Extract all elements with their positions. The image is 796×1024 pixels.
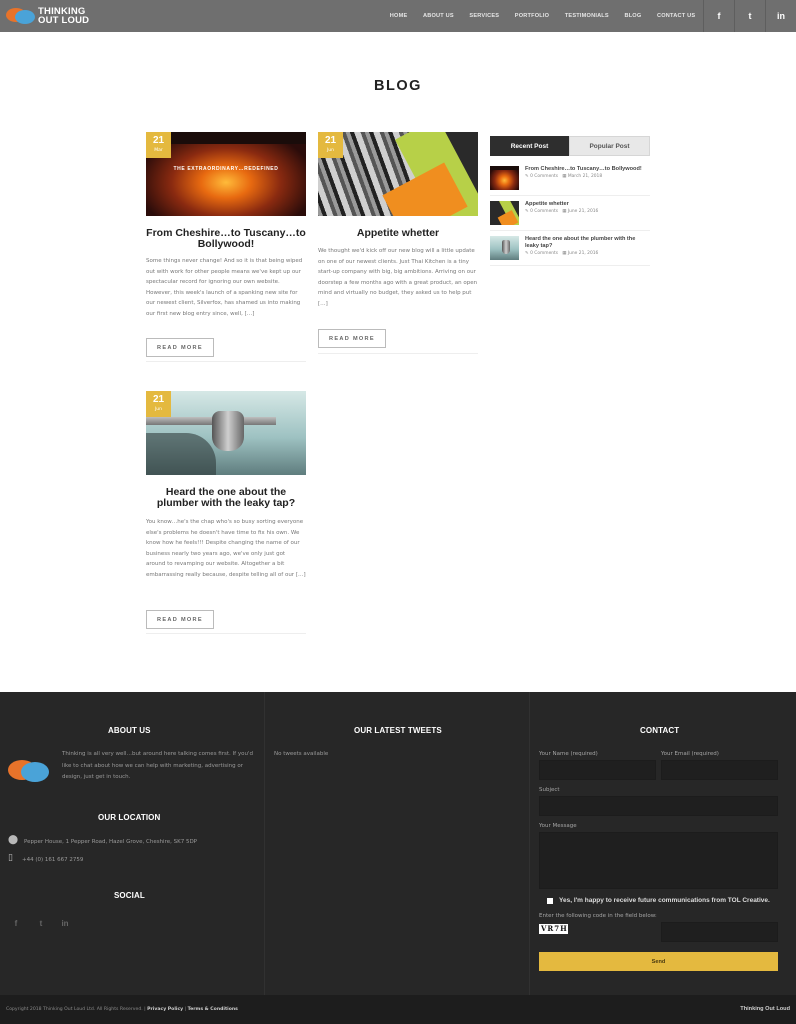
facebook-icon[interactable]: f [703,0,734,32]
tweets-status: No tweets available [274,751,329,757]
speech-bubbles-logo-icon [6,5,36,27]
twitter-icon[interactable]: t [734,0,765,32]
captcha-label: Enter the following code in the field be… [539,913,657,919]
latest-tweets-heading: OUR LATEST TWEETS [354,726,442,735]
recent-post-title[interactable]: From Cheshire…to Tuscany…to Bollywood! [525,166,650,173]
terms-link[interactable]: Terms & Conditions [188,1007,238,1012]
read-more-button[interactable]: READ MORE [318,329,386,348]
recent-post-thumbnail[interactable] [490,166,519,190]
blog-post-card: 21 Jun Heard the one about the plumber w… [146,391,306,634]
about-text: Thinking is all very well…but around her… [62,751,253,780]
tab-recent-post[interactable]: Recent Post [490,136,569,156]
email-label: Your Email (required) [661,751,719,757]
subject-label: Subject [539,787,560,793]
thumbnail-caption: THE EXTRAORDINARY…REDEFINED [173,166,279,172]
consent-checkbox[interactable] [547,898,553,904]
captcha-image: VR7H [539,924,568,934]
nav-portfolio[interactable]: PORTFOLIO [515,13,549,19]
site-header: THINKING OUT LOUD HOME ABOUT US SERVICES… [0,0,796,32]
divider [318,353,478,354]
post-title[interactable]: Appetite whetter [318,228,478,239]
copyright-line: Copyright 2018 Thinking Out Loud Ltd. Al… [6,1007,238,1012]
address-text: Pepper House, 1 Pepper Road, Hazel Grove… [24,839,198,845]
recent-post-item[interactable]: Appetite whetter ✎ 0 Comments ▦ June 21,… [490,201,650,231]
recent-post-title[interactable]: Appetite whetter [525,201,650,208]
recent-post-thumbnail[interactable] [490,201,519,225]
post-excerpt: We thought we'd kick off our new blog wi… [318,248,478,307]
nav-testimonials[interactable]: TESTIMONIALS [565,13,609,19]
recent-post-item[interactable]: Heard the one about the plumber with the… [490,236,650,266]
tab-popular-post[interactable]: Popular Post [569,136,650,156]
site-logo[interactable]: THINKING OUT LOUD [6,4,89,28]
recent-post-meta: ✎ 0 Comments ▦ June 21, 2016 [525,209,599,214]
message-label: Your Message [539,823,577,829]
recent-post-item[interactable]: From Cheshire…to Tuscany…to Bollywood! ✎… [490,166,650,196]
logo-text: THINKING OUT LOUD [38,6,90,26]
read-more-button[interactable]: READ MORE [146,610,214,629]
facebook-icon[interactable]: f [9,916,23,930]
phone-text[interactable]: +44 (0) 161 667 2759 [22,855,83,867]
privacy-policy-link[interactable]: Privacy Policy [147,1007,183,1012]
linkedin-icon[interactable]: in [765,0,796,32]
nav-blog[interactable]: BLOG [624,13,641,19]
twitter-icon[interactable]: t [34,916,48,930]
post-excerpt: You know…he's the chap who's so busy sor… [146,519,306,578]
nav-services[interactable]: SERVICES [469,13,499,19]
recent-post-title[interactable]: Heard the one about the plumber with the… [525,236,650,249]
divider [146,633,306,634]
page-title: BLOG [374,78,422,94]
footer-brand: Thinking Out Loud [740,1006,790,1012]
date-badge: 21 Jun [318,132,343,158]
copyright-text: Copyright 2018 Thinking Out Loud Ltd. Al… [6,1007,143,1012]
main-nav: HOME ABOUT US SERVICES PORTFOLIO TESTIMO… [382,0,703,32]
map-pin-icon: ⬤ [8,835,19,845]
recent-post-meta: ✎ 0 Comments ▦ March 21, 2018 [525,174,603,179]
phone-icon: ▯ [8,853,13,863]
recent-post-thumbnail[interactable] [490,236,519,260]
blog-post-card: 21 Jun Appetite whetter We thought we'd … [318,132,478,354]
subject-field[interactable] [539,796,778,816]
nav-about-us[interactable]: ABOUT US [423,13,454,19]
send-button[interactable]: Send [539,952,778,971]
about-us-heading: ABOUT US [108,726,151,735]
contact-heading: CONTACT [640,726,680,735]
post-tabs: Recent Post Popular Post [490,136,650,156]
message-textarea[interactable] [539,832,778,889]
linkedin-icon[interactable]: in [58,916,72,930]
consent-label: Yes, I'm happy to receive future communi… [559,897,770,904]
name-field[interactable] [539,760,656,780]
date-badge: 21 Mar [146,132,171,158]
speech-bubbles-icon [8,756,50,782]
post-excerpt: Some things never change! And so it is t… [146,258,303,317]
nav-contact-us[interactable]: CONTACT US [657,13,695,19]
header-social-links: f t in [703,0,796,32]
post-title[interactable]: Heard the one about the plumber with the… [146,487,306,509]
social-heading: SOCIAL [114,891,145,900]
date-badge: 21 Jun [146,391,171,417]
name-label: Your Name (required) [539,751,598,757]
recent-post-meta: ✎ 0 Comments ▦ June 21, 2016 [525,251,599,256]
read-more-button[interactable]: READ MORE [146,338,214,357]
blog-post-card: THE EXTRAORDINARY…REDEFINED 21 Mar From … [146,132,306,362]
divider [146,361,306,362]
captcha-field[interactable] [661,922,778,942]
email-field[interactable] [661,760,778,780]
nav-home[interactable]: HOME [390,13,408,19]
post-title[interactable]: From Cheshire…to Tuscany…to Bollywood! [146,228,306,250]
our-location-heading: OUR LOCATION [98,813,161,822]
